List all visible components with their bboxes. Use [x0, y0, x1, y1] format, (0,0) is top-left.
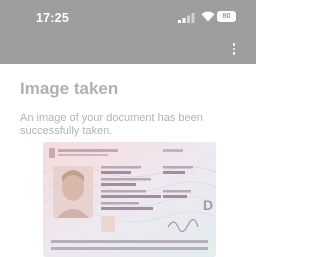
passport-image: D [43, 142, 216, 257]
document-image: D [43, 142, 216, 257]
signal-icon [178, 13, 195, 23]
more-vert-icon[interactable] [227, 41, 241, 57]
battery-icon: 80 [217, 11, 236, 22]
success-message: An image of your document has been succe… [20, 112, 203, 137]
status-bar: 17:25 80 [0, 0, 256, 36]
app-bar [0, 36, 256, 64]
document-letter: D [203, 197, 213, 213]
wifi-icon [201, 11, 215, 22]
status-time: 17:25 [36, 11, 69, 25]
page-title: Image taken [20, 79, 119, 98]
